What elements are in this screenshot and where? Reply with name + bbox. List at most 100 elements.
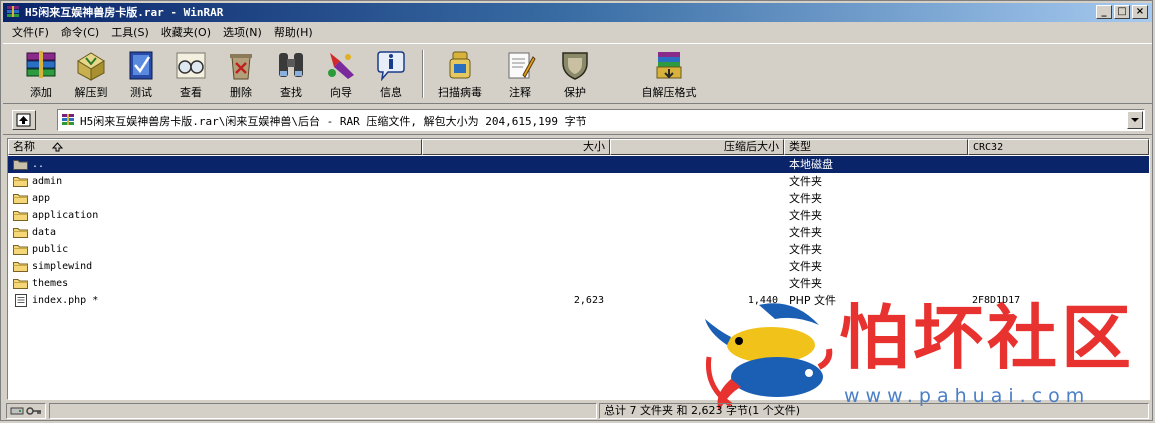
file-name: data	[32, 227, 57, 238]
status-drive-area[interactable]	[6, 403, 46, 419]
up-folder-button[interactable]	[12, 110, 36, 130]
minimize-button[interactable]: _	[1096, 5, 1112, 19]
winrar-app-icon[interactable]	[6, 5, 20, 19]
menu-options[interactable]: 选项(N)	[217, 23, 268, 42]
file-name: application	[32, 210, 99, 221]
file-type: 文件夹	[789, 209, 822, 222]
binoculars-icon	[279, 53, 303, 77]
menu-favorites[interactable]: 收藏夹(O)	[155, 23, 217, 42]
file-row[interactable]: public 文件夹	[8, 241, 1149, 258]
address-path: H5闲来互娱神兽房卡版.rar\闲来互娱神兽\后台 - RAR 压缩文件, 解包…	[80, 115, 587, 128]
watermark-text: 怕坏社区	[839, 296, 1135, 379]
protect-button[interactable]: 保护	[550, 47, 600, 101]
books-add-icon	[26, 51, 56, 78]
file-type: 文件夹	[789, 277, 822, 290]
menu-file[interactable]: 文件(F)	[3, 23, 55, 42]
window-title: H5闲来互娱神兽房卡版.rar - WinRAR	[25, 6, 224, 19]
wizard-button[interactable]: 向导	[316, 47, 366, 101]
chevron-down-icon	[1131, 118, 1139, 122]
extract-icon	[77, 52, 105, 81]
delete-icon	[230, 54, 252, 80]
column-header-name[interactable]: 名称	[8, 139, 422, 155]
watermark: 怕坏社区 www.pahuai.com	[701, 293, 1151, 418]
file-name: ..	[32, 159, 45, 170]
file-type: 文件夹	[789, 243, 822, 256]
file-row[interactable]: themes 文件夹	[8, 275, 1149, 292]
scan-icon	[449, 51, 471, 79]
folder-icon	[13, 228, 28, 238]
address-bar: H5闲来互娱神兽房卡版.rar\闲来互娱神兽\后台 - RAR 压缩文件, 解包…	[3, 106, 1152, 135]
menu-tools[interactable]: 工具(S)	[105, 23, 155, 42]
find-button[interactable]: 查找	[266, 47, 316, 101]
folder-icon	[13, 194, 28, 204]
menu-commands[interactable]: 命令(C)	[55, 23, 105, 42]
file-row[interactable]: app 文件夹	[8, 190, 1149, 207]
folder-icon	[13, 262, 28, 272]
file-name: admin	[32, 176, 63, 187]
test-label: 测试	[130, 86, 152, 99]
column-header-crc[interactable]: CRC32	[968, 139, 1149, 155]
sfx-label: 自解压格式	[641, 86, 697, 99]
file-row[interactable]: simplewind 文件夹	[8, 258, 1149, 275]
add-label: 添加	[30, 86, 52, 99]
status-panel	[49, 403, 597, 419]
sfx-button[interactable]: 自解压格式	[630, 47, 708, 101]
parent-folder-icon	[13, 160, 28, 170]
protect-label: 保护	[564, 86, 586, 99]
key-icon	[26, 407, 41, 415]
fish-logo-icon	[705, 303, 833, 411]
extract-button[interactable]: 解压到	[66, 47, 116, 101]
info-icon	[377, 51, 405, 81]
column-crc-label: CRC32	[973, 142, 1004, 153]
maximize-button[interactable]: □	[1114, 5, 1130, 19]
file-row[interactable]: admin 文件夹	[8, 173, 1149, 190]
file-row[interactable]: data 文件夹	[8, 224, 1149, 241]
close-button[interactable]: ×	[1132, 5, 1148, 19]
winrar-window: H5闲来互娱神兽房卡版.rar - WinRAR _ □ × 文件(F) 命令(…	[0, 0, 1153, 421]
column-header-type[interactable]: 类型	[784, 139, 968, 155]
info-button[interactable]: 信息	[366, 47, 416, 101]
file-name: app	[32, 193, 51, 204]
file-type: 本地磁盘	[789, 158, 833, 171]
title-bar[interactable]: H5闲来互娱神兽房卡版.rar - WinRAR _ □ ×	[3, 3, 1152, 22]
shield-icon	[562, 52, 588, 80]
toolbar: 添加 解压到 测试 查看 删除 查找 向导 信息 扫描病毒 注释 保护 自解压格…	[3, 43, 1152, 104]
sfx-icon	[656, 52, 682, 79]
address-field[interactable]: H5闲来互娱神兽房卡版.rar\闲来互娱神兽\后台 - RAR 压缩文件, 解包…	[57, 109, 1145, 131]
status-bar: 总计 7 文件夹 和 2,623 字节(1 个文件)	[3, 402, 1152, 420]
glasses-icon	[176, 52, 206, 79]
extract-label: 解压到	[74, 86, 108, 99]
php-file-icon	[15, 294, 27, 307]
menu-bar: 文件(F) 命令(C) 工具(S) 收藏夹(O) 选项(N) 帮助(H)	[3, 23, 1152, 42]
address-dropdown-button[interactable]	[1127, 111, 1143, 129]
scan-button[interactable]: 扫描病毒	[430, 47, 490, 101]
column-header-packed[interactable]: 压缩后大小	[610, 139, 784, 155]
file-row[interactable]: application 文件夹	[8, 207, 1149, 224]
drive-icon	[10, 407, 24, 415]
wizard-label: 向导	[330, 86, 352, 99]
folder-icon	[13, 211, 28, 221]
comment-button[interactable]: 注释	[495, 47, 545, 101]
wizard-icon	[328, 53, 354, 79]
add-button[interactable]: 添加	[16, 47, 66, 101]
file-name: public	[32, 244, 69, 255]
file-name: simplewind	[32, 261, 93, 272]
scan-label: 扫描病毒	[438, 86, 482, 99]
view-button[interactable]: 查看	[166, 47, 216, 101]
file-type: 文件夹	[789, 260, 822, 273]
up-arrow-icon	[16, 113, 31, 127]
delete-button[interactable]: 删除	[216, 47, 266, 101]
comment-icon	[508, 52, 536, 79]
menu-help[interactable]: 帮助(H)	[268, 23, 319, 42]
parent-folder-row[interactable]: .. 本地磁盘	[8, 156, 1149, 173]
file-type: 文件夹	[789, 226, 822, 239]
sort-up-icon	[52, 142, 63, 152]
file-name: themes	[32, 278, 69, 289]
file-type: 文件夹	[789, 192, 822, 205]
test-button[interactable]: 测试	[116, 47, 166, 101]
column-packed-label: 压缩后大小	[724, 140, 779, 153]
column-header-size[interactable]: 大小	[422, 139, 610, 155]
delete-label: 删除	[230, 86, 252, 99]
column-size-label: 大小	[583, 140, 605, 153]
find-label: 查找	[280, 86, 302, 99]
